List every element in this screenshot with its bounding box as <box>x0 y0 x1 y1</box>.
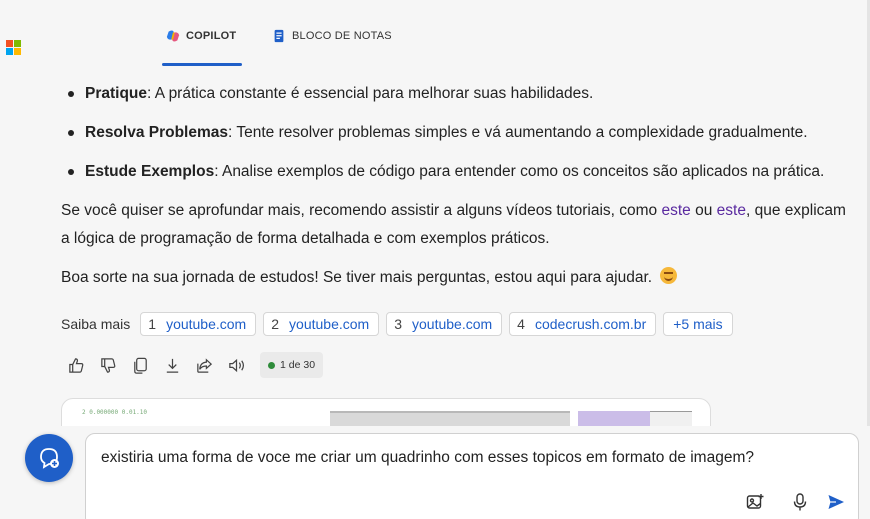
sources-label: Saiba mais <box>61 316 131 332</box>
new-chat-icon <box>40 448 59 469</box>
source-chip[interactable]: 2 youtube.com <box>263 312 380 336</box>
tab-notebook[interactable]: BLOCO DE NOTAS <box>272 29 392 64</box>
preview-code-snippet: 2 0.000000 0.01.10 <box>82 409 148 416</box>
list-item: Resolva Problemas: Tente resolver proble… <box>61 119 851 147</box>
source-chip[interactable]: 3 youtube.com <box>386 312 503 336</box>
top-header: COPILOT BLOCO DE NOTAS <box>0 0 870 68</box>
list-item-term: Pratique <box>85 85 148 102</box>
microphone-icon <box>793 493 807 511</box>
source-site: codecrush.com.br <box>534 316 647 332</box>
share-icon[interactable] <box>194 355 214 375</box>
add-image-button[interactable] <box>744 491 766 513</box>
thumbs-up-icon[interactable] <box>66 355 86 375</box>
copy-icon[interactable] <box>130 355 150 375</box>
status-dot <box>268 361 275 369</box>
video-link-1[interactable]: este <box>662 202 691 219</box>
source-number: 4 <box>517 316 525 332</box>
list-item: Estude Exemplos: Analise exemplos de cód… <box>61 158 851 186</box>
assistant-message: Pratique: A prática constante é essencia… <box>61 80 851 303</box>
paragraph-text: Boa sorte na sua jornada de estudos! Se … <box>61 269 653 286</box>
list-item-text: : A prática constante é essencial para m… <box>147 85 594 102</box>
smiling-face-icon <box>660 267 678 284</box>
tab-copilot[interactable]: COPILOT <box>166 30 242 64</box>
image-add-icon <box>746 494 764 509</box>
voice-input-button[interactable] <box>789 491 811 513</box>
notebook-icon <box>272 29 286 43</box>
source-site: youtube.com <box>289 316 370 332</box>
source-number: 3 <box>394 316 402 332</box>
download-icon[interactable] <box>162 355 182 375</box>
source-number: 2 <box>271 316 280 332</box>
message-input[interactable]: existiria uma forma de voce me criar um … <box>101 449 754 467</box>
paragraph-text: Se você quiser se aprofundar mais, recom… <box>61 202 662 219</box>
list-item: Pratique: A prática constante é essencia… <box>61 80 851 108</box>
send-icon <box>828 495 844 509</box>
tab-copilot-label: COPILOT <box>186 30 237 42</box>
thumbs-down-icon[interactable] <box>98 355 118 375</box>
source-chip[interactable]: 1 youtube.com <box>140 312 257 336</box>
more-sources-button[interactable]: +5 mais <box>663 312 733 336</box>
list-item-text: : Tente resolver problemas simples e vá … <box>228 124 808 141</box>
source-number: 1 <box>148 316 157 332</box>
new-topic-button[interactable] <box>25 434 73 482</box>
sources-row: Saiba mais 1 youtube.com 2 youtube.com 3 yo… <box>61 312 733 336</box>
paragraph-text: ou <box>690 202 717 219</box>
tab-notebook-label: BLOCO DE NOTAS <box>292 30 392 42</box>
microsoft-logo-icon[interactable] <box>6 40 21 55</box>
active-tab-indicator <box>162 63 242 66</box>
video-link-2[interactable]: este <box>717 202 746 219</box>
source-site: youtube.com <box>166 316 247 332</box>
message-input-box[interactable]: existiria uma forma de voce me criar um … <box>85 433 859 519</box>
more-sources-label: +5 mais <box>673 316 723 332</box>
recommendation-paragraph: Se você quiser se aprofundar mais, recom… <box>61 197 851 253</box>
message-actions: 1 de 30 <box>66 352 324 378</box>
source-chip[interactable]: 4 codecrush.com.br <box>509 312 657 336</box>
send-button[interactable] <box>825 491 847 513</box>
source-site: youtube.com <box>412 316 493 332</box>
tips-list: Pratique: A prática constante é essencia… <box>61 80 851 186</box>
speaker-icon[interactable] <box>226 355 246 375</box>
list-item-text: : Analise exemplos de código para entend… <box>214 163 825 180</box>
closing-paragraph: Boa sorte na sua jornada de estudos! Se … <box>61 264 851 292</box>
list-item-term: Resolva Problemas <box>85 124 229 141</box>
response-counter: 1 de 30 <box>260 352 324 378</box>
copilot-icon <box>166 29 180 43</box>
list-item-term: Estude Exemplos <box>85 163 215 180</box>
response-counter-text: 1 de 30 <box>280 359 316 371</box>
